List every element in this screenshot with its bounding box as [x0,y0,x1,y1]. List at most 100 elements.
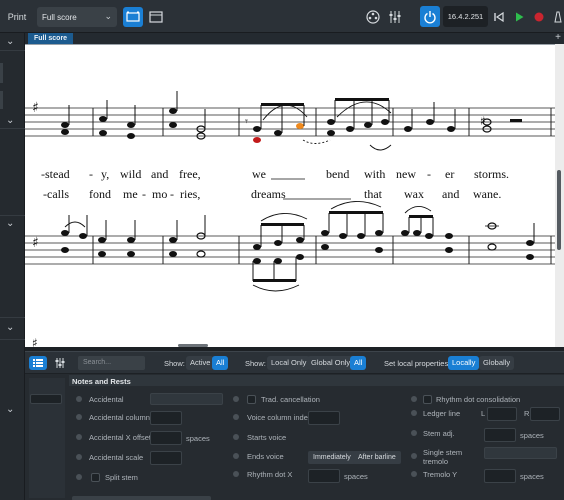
play-button[interactable] [512,7,526,27]
playback-power-button[interactable] [420,6,440,27]
property-activator[interactable] [233,453,239,459]
show-all2-button[interactable]: All [350,356,367,370]
globally-button[interactable]: Globally [479,356,515,370]
property-activator[interactable] [76,396,82,402]
lyric-syllable[interactable]: storms. [474,167,509,182]
ledger-line-left-field[interactable] [487,407,517,421]
show-all-button[interactable]: All [212,356,229,370]
global-only-button[interactable]: Global Only [307,356,355,370]
property-label: Trad. cancellation [261,395,320,404]
lyric-syllable[interactable]: bend [326,167,349,182]
lyric-syllable[interactable]: er [445,167,454,182]
list-view-button[interactable] [29,356,47,370]
rhythm-dot-x-field[interactable] [308,469,340,483]
score-page[interactable]: ♯ ♯ ♯ 𝄾 ♯ -stead - y, wild and free, we … [25,44,555,348]
category-item[interactable] [30,394,62,404]
tie [369,144,392,151]
layout-selector-dropdown[interactable]: Full score ⌄ [37,7,117,27]
sliders-icon [55,358,65,368]
stem-adj-field[interactable] [484,428,516,442]
search-input[interactable]: Search... [78,356,145,370]
lyric-syllable[interactable]: wild [120,167,141,182]
accidental-sharp: ♯ [480,114,486,128]
lyric-syllable[interactable]: mo [152,187,167,202]
rhythm-dot-consolidation-checkbox[interactable] [423,395,432,404]
property-activator[interactable] [233,471,239,477]
property-activator[interactable] [233,434,239,440]
lyric-syllable[interactable]: ries, [180,187,200,202]
horizontal-scrollbar-thumb[interactable] [178,344,208,347]
add-tab-icon[interactable]: + [555,32,561,43]
property-activator[interactable] [233,396,239,402]
units-label: spaces [186,434,210,443]
lyric-syllable[interactable]: that [364,187,382,202]
property-activator[interactable] [76,414,82,420]
property-activator[interactable] [76,474,82,480]
galley-view-icon [126,11,140,22]
after-barline-button[interactable]: After barline [353,451,401,464]
accidental-scale-field[interactable] [150,451,182,465]
immediately-button[interactable]: Immediately [308,451,356,464]
show-active-button[interactable]: Active [186,356,215,370]
property-activator[interactable] [411,453,417,459]
property-activator[interactable] [76,454,82,460]
vertical-scrollbar-thumb[interactable] [557,170,561,250]
slur [252,284,300,292]
metronome-button[interactable] [551,7,564,27]
lyric-syllable[interactable]: y, [101,167,109,182]
video-button[interactable] [364,7,382,27]
lyric-syllable[interactable]: with [364,167,385,182]
rewind-button[interactable] [492,7,506,27]
split-stem-checkbox[interactable] [91,473,100,482]
property-activator[interactable] [411,396,417,402]
accidental-column-field[interactable] [150,411,182,425]
record-button[interactable] [532,7,546,27]
chevron-down-icon[interactable]: ⌄ [6,322,14,333]
panel-scrollbar[interactable] [72,496,211,500]
lyric-syllable[interactable]: - [142,187,146,202]
voice-column-index-field[interactable] [308,411,340,425]
property-activator[interactable] [411,471,417,477]
chevron-down-icon[interactable]: ⌄ [6,404,14,415]
toolbar: Print Full score ⌄ 16.4.2.251 [0,0,564,33]
mixer-button[interactable] [386,7,404,27]
lyric-syllable[interactable]: dreams [251,187,286,202]
whole-rest [510,119,522,122]
property-activator[interactable] [233,414,239,420]
lyric-syllable[interactable]: we [252,167,266,182]
accidental-x-offset-field[interactable] [150,431,182,445]
chevron-down-icon[interactable]: ⌄ [6,115,14,126]
filter-settings-button[interactable] [51,356,69,370]
tremolo-y-field[interactable] [484,469,516,483]
lyric-syllable[interactable]: wane. [473,187,501,202]
lyric-syllable[interactable]: free, [179,167,201,182]
ledger-line-right-field[interactable] [530,407,560,421]
accidental-field[interactable] [150,393,223,405]
lyric-syllable[interactable]: -calls [43,187,69,202]
property-activator[interactable] [76,434,82,440]
property-label: Voice column index [247,413,312,422]
lyric-syllable[interactable]: and [442,187,459,202]
lyric-syllable[interactable]: fond [89,187,111,202]
print-button[interactable]: Print [3,7,31,27]
chevron-down-icon[interactable]: ⌄ [6,218,14,229]
local-only-button[interactable]: Local Only [267,356,311,370]
trad-cancellation-checkbox[interactable] [247,395,256,404]
tab-full-score[interactable]: Full score [28,33,74,44]
chevron-down-icon[interactable]: ⌄ [6,36,14,47]
lyric-syllable[interactable]: and [151,167,168,182]
locally-button[interactable]: Locally [448,356,480,370]
single-stem-tremolo-field[interactable] [484,447,557,459]
lyric-syllable[interactable]: wax [404,187,424,202]
lyric-syllable[interactable]: - [170,187,174,202]
lyric-syllable[interactable]: - [427,167,431,182]
dorico-window: Print Full score ⌄ 16.4.2.251 ⌄ ⌄ ⌄ ⌄ ⌄ … [0,0,564,500]
property-activator[interactable] [411,410,417,416]
lyric-syllable[interactable]: -stead [41,167,70,182]
galley-view-button[interactable] [123,7,143,27]
lyric-syllable[interactable]: - [89,167,93,182]
lyric-syllable[interactable]: me [123,187,138,202]
property-activator[interactable] [411,430,417,436]
lyric-syllable[interactable]: new [396,167,416,182]
page-view-button[interactable] [146,7,166,27]
